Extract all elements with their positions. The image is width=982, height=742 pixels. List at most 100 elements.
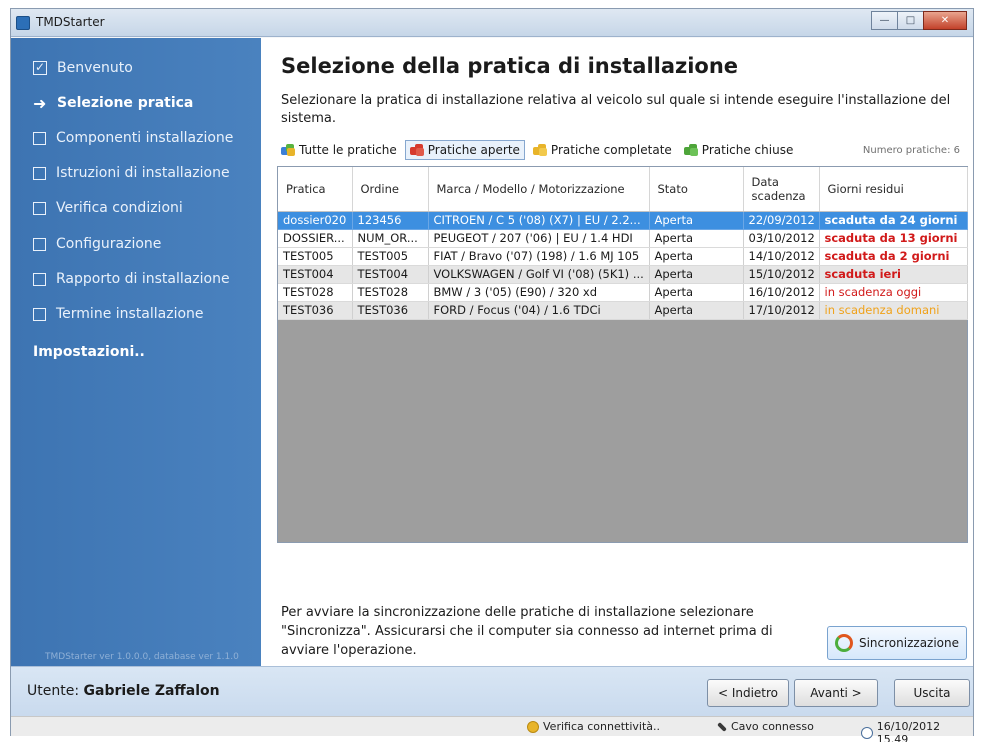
cell: TEST004 — [278, 265, 353, 284]
cell: Aperta — [649, 211, 744, 230]
sync-info-text: Per avviare la sincronizzazione delle pr… — [281, 605, 773, 658]
cell: scaduta da 13 giorni — [819, 229, 968, 248]
cell: 17/10/2012 — [743, 301, 820, 320]
cell: in scadenza oggi — [819, 283, 968, 302]
maximize-button[interactable]: □ — [897, 11, 924, 30]
next-button[interactable]: Avanti > — [794, 679, 878, 707]
filter-label: Tutte le pratiche — [299, 143, 397, 157]
all-folders-icon — [281, 144, 295, 156]
column-header[interactable]: Giorni residui — [819, 167, 968, 212]
empty-checkbox-icon — [33, 237, 46, 251]
clock-icon — [861, 727, 873, 739]
cell: TEST005 — [278, 247, 353, 266]
step-istruzioni-installazione: Istruzioni di installazione — [33, 161, 230, 185]
empty-checkbox-icon — [33, 131, 46, 145]
minimize-button[interactable]: — — [871, 11, 898, 30]
empty-checkbox-icon — [33, 201, 46, 215]
cell: 03/10/2012 — [743, 229, 820, 248]
cell: 15/10/2012 — [743, 265, 820, 284]
cell: CITROEN / C 5 ('08) (X7) | EU / 2.2... — [428, 211, 650, 230]
datetime-status: 16/10/2012 15.49 — [861, 720, 973, 742]
step-label: Rapporto di installazione — [56, 271, 230, 287]
cell: in scadenza domani — [819, 301, 968, 320]
status-bar: Verifica connettività.. Cavo connesso 16… — [11, 716, 973, 742]
cell: TEST005 — [352, 247, 429, 266]
cell: Aperta — [649, 229, 744, 248]
step-selezione-pratica: ➜ Selezione pratica — [33, 91, 193, 115]
step-verifica-condizioni: Verifica condizioni — [33, 196, 183, 220]
cell: TEST004 — [352, 265, 429, 284]
connectivity-icon — [527, 720, 539, 733]
footer-bar: Utente: Gabriele Zaffalon < Indietro Ava… — [11, 666, 973, 716]
exit-button[interactable]: Uscita — [894, 679, 970, 707]
column-header[interactable]: Pratica — [278, 167, 353, 212]
cell: PEUGEOT / 207 ('06) | EU / 1.4 HDI — [428, 229, 650, 248]
cell: 14/10/2012 — [743, 247, 820, 266]
cell: TEST036 — [278, 301, 353, 320]
app-window: TMDStarter — □ ✕ ✓ Benvenuto ➜ Selezione… — [10, 8, 974, 742]
cell: TEST036 — [352, 301, 429, 320]
app-icon — [16, 16, 30, 30]
table-row[interactable]: DOSSIER... NUM_OR... PEUGEOT / 207 ('06)… — [278, 229, 968, 248]
cable-status: Cavo connesso — [717, 720, 814, 733]
cell: 123456 — [352, 211, 429, 230]
close-button[interactable]: ✕ — [923, 11, 967, 30]
table-row[interactable]: dossier020 123456 CITROEN / C 5 ('08) (X… — [278, 211, 968, 230]
page-description: Selezionare la pratica di installazione … — [281, 93, 951, 126]
table-row[interactable]: TEST004 TEST004 VOLKSWAGEN / Golf VI ('0… — [278, 265, 968, 284]
cell: FORD / Focus ('04) / 1.6 TDCi — [428, 301, 650, 320]
cell: FIAT / Bravo ('07) (198) / 1.6 MJ 105 — [428, 247, 650, 266]
column-header[interactable]: Stato — [649, 167, 744, 212]
filter-closed-button[interactable]: Pratiche chiuse — [680, 140, 798, 160]
settings-link[interactable]: Impostazioni.. — [33, 344, 145, 360]
column-header[interactable]: Ordine — [352, 167, 429, 212]
table-row[interactable]: TEST005 TEST005 FIAT / Bravo ('07) (198)… — [278, 247, 968, 266]
step-label: Verifica condizioni — [56, 200, 183, 216]
column-header[interactable]: Data scadenza — [743, 167, 820, 212]
cell: Aperta — [649, 247, 744, 266]
record-count: Numero pratiche: 6 — [862, 144, 960, 156]
empty-checkbox-icon — [33, 272, 46, 286]
completed-folders-icon — [532, 144, 547, 156]
cell: BMW / 3 ('05) (E90) / 320 xd — [428, 283, 650, 302]
step-label: Componenti installazione — [56, 130, 234, 146]
cell: TEST028 — [278, 283, 353, 302]
version-label: TMDStarter ver 1.0.0.0, database ver 1.1… — [45, 652, 239, 662]
column-header[interactable]: Marca / Modello / Motorizzazione — [428, 167, 650, 212]
step-label: Selezione pratica — [57, 95, 194, 111]
step-rapporto-installazione: Rapporto di installazione — [33, 267, 230, 291]
filter-open-button[interactable]: Pratiche aperte — [404, 140, 525, 160]
back-button[interactable]: < Indietro — [707, 679, 789, 707]
cell: NUM_OR... — [352, 229, 429, 248]
filter-label: Pratiche aperte — [427, 143, 520, 157]
window-controls: — □ ✕ — [871, 11, 967, 30]
cell: TEST028 — [352, 283, 429, 302]
empty-checkbox-icon — [33, 307, 46, 321]
cell: DOSSIER... — [278, 229, 353, 248]
step-label: Benvenuto — [57, 60, 133, 76]
window-title: TMDStarter — [36, 15, 105, 29]
step-benvenuto: ✓ Benvenuto — [33, 56, 133, 80]
connectivity-text: Verifica connettività.. — [543, 720, 661, 733]
filter-completed-button[interactable]: Pratiche completate — [529, 140, 676, 160]
records-table: Pratica Ordine Marca / Modello / Motoriz… — [277, 166, 968, 543]
table-row[interactable]: TEST028 TEST028 BMW / 3 ('05) (E90) / 32… — [278, 283, 968, 302]
step-label: Istruzioni di installazione — [56, 165, 230, 181]
user-info: Utente: Gabriele Zaffalon — [27, 683, 220, 699]
open-folders-icon — [409, 144, 424, 156]
filter-toolbar: Tutte le pratiche Pratiche aperte Pratic… — [277, 138, 968, 162]
step-label: Configurazione — [56, 236, 162, 252]
table-header: Pratica Ordine Marca / Modello / Motoriz… — [278, 167, 968, 212]
page-title: Selezione della pratica di installazione — [281, 54, 739, 78]
cell: Aperta — [649, 265, 744, 284]
title-bar: TMDStarter — □ ✕ — [11, 9, 973, 37]
sync-button[interactable]: Sincronizzazione — [827, 626, 967, 660]
step-configurazione: Configurazione — [33, 232, 161, 256]
checked-checkbox-icon: ✓ — [33, 60, 47, 75]
user-name: Gabriele Zaffalon — [83, 683, 220, 699]
table-row[interactable]: TEST036 TEST036 FORD / Focus ('04) / 1.6… — [278, 301, 968, 320]
filter-all-button[interactable]: Tutte le pratiche — [277, 140, 401, 160]
cell: scaduta da 24 giorni — [819, 211, 968, 230]
arrow-right-icon: ➜ — [33, 93, 47, 113]
step-label: Termine installazione — [56, 306, 204, 322]
